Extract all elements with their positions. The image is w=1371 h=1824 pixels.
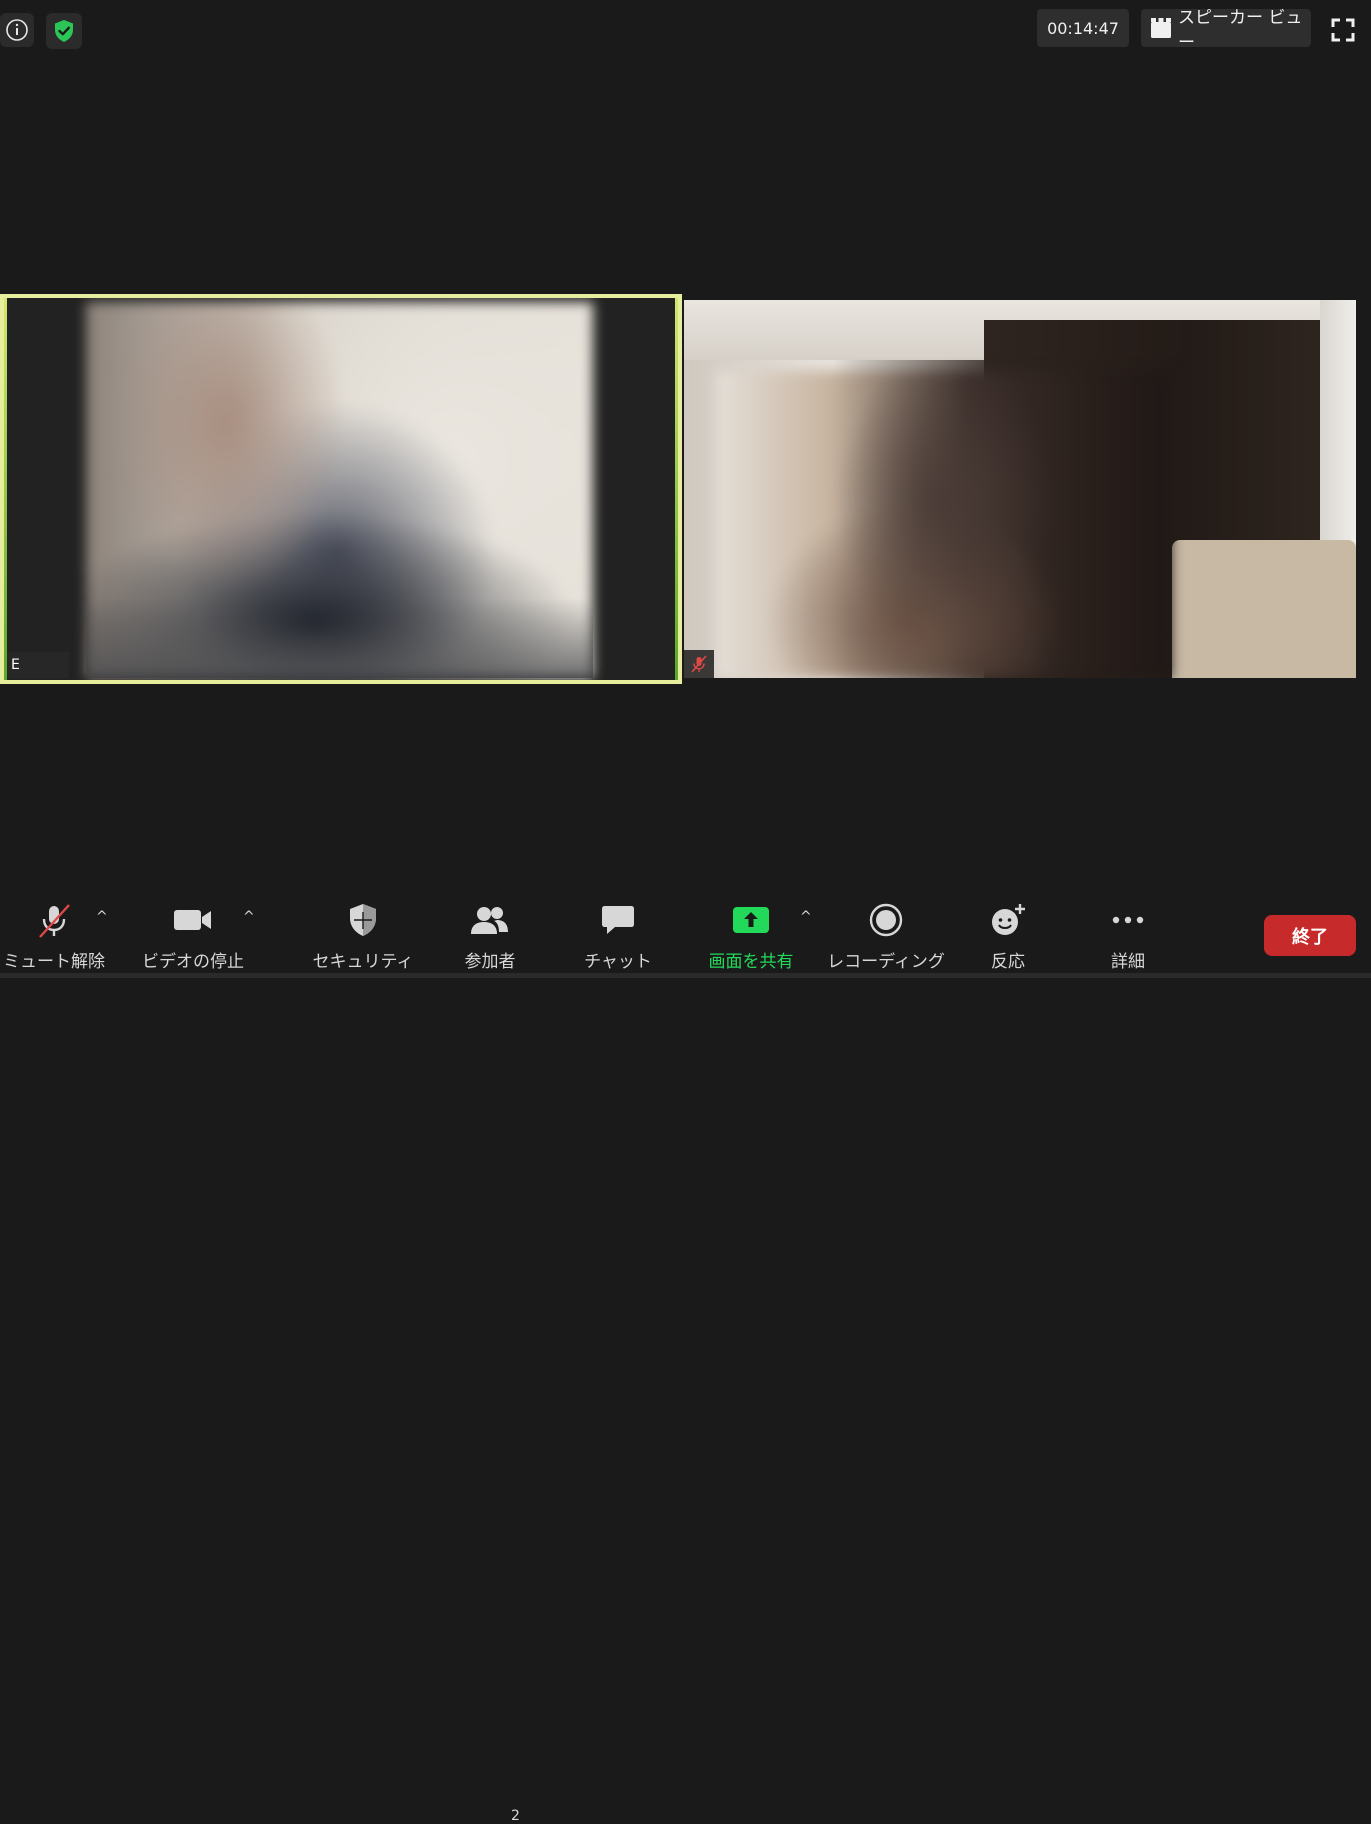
add-reaction-icon [990, 895, 1026, 945]
speaker-highlight-edge [675, 298, 678, 680]
more-button[interactable]: 詳細 [1098, 895, 1158, 978]
participant-muted-indicator [684, 650, 714, 678]
share-screen-button[interactable]: 画面を共有 [700, 895, 802, 978]
record-button[interactable]: レコーディング [827, 895, 945, 978]
speaker-view-button[interactable]: スピーカー ビュー [1141, 8, 1311, 53]
info-icon [5, 18, 29, 42]
mic-muted-icon [690, 655, 708, 673]
more-dots-icon [1111, 895, 1145, 945]
speaker-highlight-edge [4, 298, 7, 680]
stop-video-label: ビデオの停止 [142, 952, 244, 972]
view-label: スピーカー ビュー [1178, 8, 1303, 53]
meeting-toolbar: ミュート解除 ^ ビデオの停止 ^ セキュリティ 参加者 2 チャット 画面を共… [0, 895, 1371, 1824]
security-shield-icon [348, 895, 378, 945]
reactions-button[interactable]: 反応 [978, 895, 1038, 978]
participants-button[interactable]: 参加者 [456, 895, 524, 978]
chat-bubble-icon [601, 895, 635, 945]
grid-view-icon [1150, 17, 1172, 39]
more-label: 詳細 [1111, 952, 1145, 972]
security-button[interactable]: セキュリティ [313, 895, 414, 978]
participants-icon [470, 895, 510, 945]
shield-check-icon [53, 19, 75, 43]
video-camera-icon [173, 895, 213, 945]
reactions-label: 反応 [991, 952, 1025, 972]
top-bar: 00:14:47 スピーカー ビュー [0, 0, 1371, 62]
video-shadow [86, 598, 593, 678]
chat-label: チャット [584, 952, 652, 972]
audio-options-caret[interactable]: ^ [96, 909, 108, 925]
unmute-label: ミュート解除 [3, 952, 105, 972]
share-screen-icon [732, 895, 770, 945]
record-icon [869, 895, 903, 945]
video-tile-active-speaker[interactable]: E [0, 294, 682, 684]
fullscreen-icon [1331, 18, 1355, 42]
share-screen-label: 画面を共有 [708, 952, 794, 972]
room-chair [1172, 540, 1356, 678]
participant-name-tag: E [7, 652, 69, 678]
video-options-caret[interactable]: ^ [243, 909, 255, 925]
encryption-status-button[interactable] [46, 13, 82, 49]
chat-button[interactable]: チャット [582, 895, 654, 978]
end-meeting-button[interactable]: 終了 [1264, 915, 1356, 956]
participants-count: 2 [511, 1808, 520, 1824]
fullscreen-button[interactable] [1326, 13, 1360, 47]
participants-label: 参加者 [464, 952, 516, 972]
blurred-video-feed [716, 371, 1171, 678]
stop-video-button[interactable]: ビデオの停止 [142, 895, 244, 978]
mic-muted-icon [36, 895, 72, 945]
security-label: セキュリティ [312, 952, 414, 972]
share-options-caret[interactable]: ^ [800, 909, 812, 925]
participant-name: E [11, 657, 20, 673]
video-tile-participant[interactable] [684, 300, 1356, 678]
meeting-timer: 00:14:47 [1037, 9, 1129, 47]
unmute-button[interactable]: ミュート解除 [3, 895, 105, 978]
bottom-edge [0, 973, 1371, 978]
record-label: レコーディング [827, 952, 945, 972]
meeting-info-button[interactable] [0, 13, 34, 47]
